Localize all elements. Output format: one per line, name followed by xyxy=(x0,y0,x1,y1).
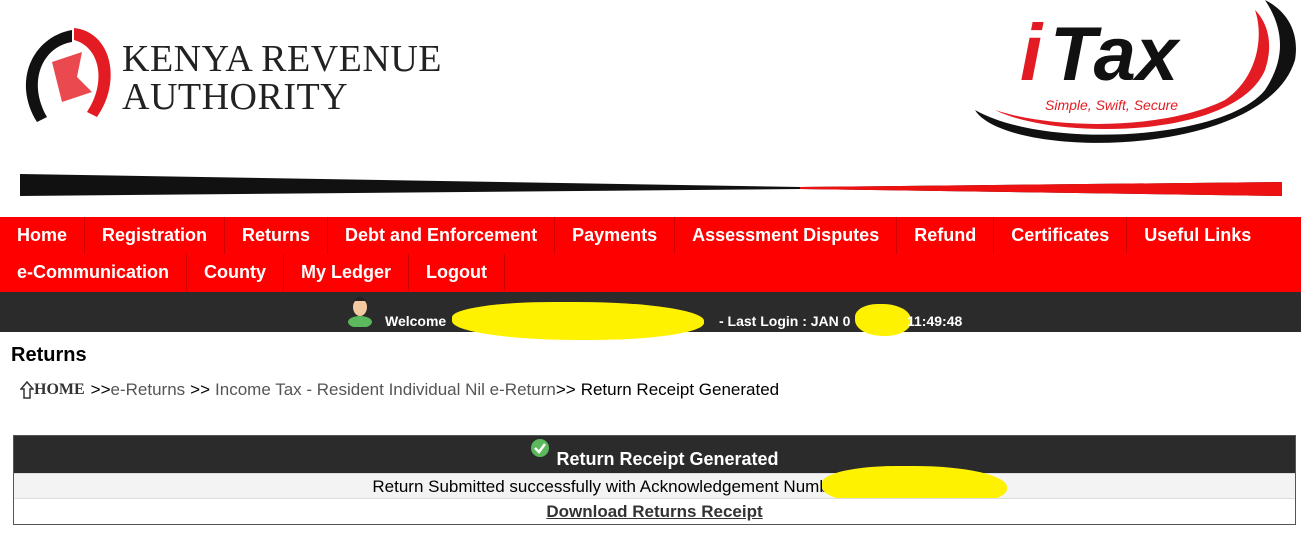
breadcrumb-sep: >> xyxy=(190,380,211,399)
receipt-header: Return Receipt Generated xyxy=(14,436,1295,473)
download-receipt-link[interactable]: Download Returns Receipt xyxy=(546,502,762,521)
nav-e-communication[interactable]: e-Communication xyxy=(0,254,188,291)
last-login-time: 11:49:48 xyxy=(907,313,963,329)
breadcrumb-nil-return[interactable]: Income Tax - Resident Individual Nil e-R… xyxy=(215,380,556,400)
page-title: Returns xyxy=(11,344,87,366)
receipt-message: Return Submitted successfully with Ackno… xyxy=(372,477,849,496)
breadcrumb-sep: >> xyxy=(90,380,111,399)
receipt-title: Return Receipt Generated xyxy=(556,449,779,469)
breadcrumb-current: Return Receipt Generated xyxy=(580,380,780,399)
svg-text:Tax: Tax xyxy=(1050,12,1181,97)
breadcrumb: HOME >> e-Returns >> Income Tax - Reside… xyxy=(20,380,779,400)
home-link[interactable]: HOME xyxy=(20,381,85,399)
nav-certificates[interactable]: Certificates xyxy=(994,217,1128,254)
breadcrumb-e-returns[interactable]: e-Returns xyxy=(111,380,186,400)
last-login-label: - Last Login : JAN 0 xyxy=(719,313,851,329)
home-icon xyxy=(20,381,34,399)
nav-logout[interactable]: Logout xyxy=(409,254,506,291)
main-nav: Home Registration Returns Debt and Enfor… xyxy=(0,217,1301,292)
nav-assessment-disputes[interactable]: Assessment Disputes xyxy=(675,217,898,254)
redacted-date xyxy=(855,304,911,336)
nav-refund[interactable]: Refund xyxy=(897,217,995,254)
nav-payments[interactable]: Payments xyxy=(555,217,676,254)
nav-registration[interactable]: Registration xyxy=(85,217,226,254)
receipt-message-row: Return Submitted successfully with Ackno… xyxy=(14,466,1295,508)
kra-name: KENYA REVENUE AUTHORITY xyxy=(122,38,442,118)
receipt-panel: Return Receipt Generated Return Submitte… xyxy=(13,435,1296,525)
svg-text:i: i xyxy=(1020,8,1044,97)
welcome-label: Welcome xyxy=(385,313,447,329)
welcome-bar: Welcome - Last Login : JAN 0 11:49:48 xyxy=(0,292,1301,340)
svg-text:Simple, Swift, Secure: Simple, Swift, Secure xyxy=(1045,97,1178,113)
itax-logo: i Tax Simple, Swift, Secure xyxy=(975,0,1296,143)
nav-county[interactable]: County xyxy=(187,254,285,291)
receipt-download-row: Download Returns Receipt xyxy=(14,498,1295,523)
breadcrumb-sep: >> xyxy=(555,380,576,399)
nav-home[interactable]: Home xyxy=(0,217,86,254)
nav-useful-links[interactable]: Useful Links xyxy=(1127,217,1268,254)
nav-returns[interactable]: Returns xyxy=(225,217,329,254)
header-divider-swoosh xyxy=(20,174,1282,196)
success-check-icon xyxy=(531,439,550,457)
nav-debt-enforcement[interactable]: Debt and Enforcement xyxy=(328,217,556,254)
user-avatar-icon xyxy=(348,297,372,327)
redacted-username xyxy=(452,302,704,340)
nav-my-ledger[interactable]: My Ledger xyxy=(284,254,410,291)
